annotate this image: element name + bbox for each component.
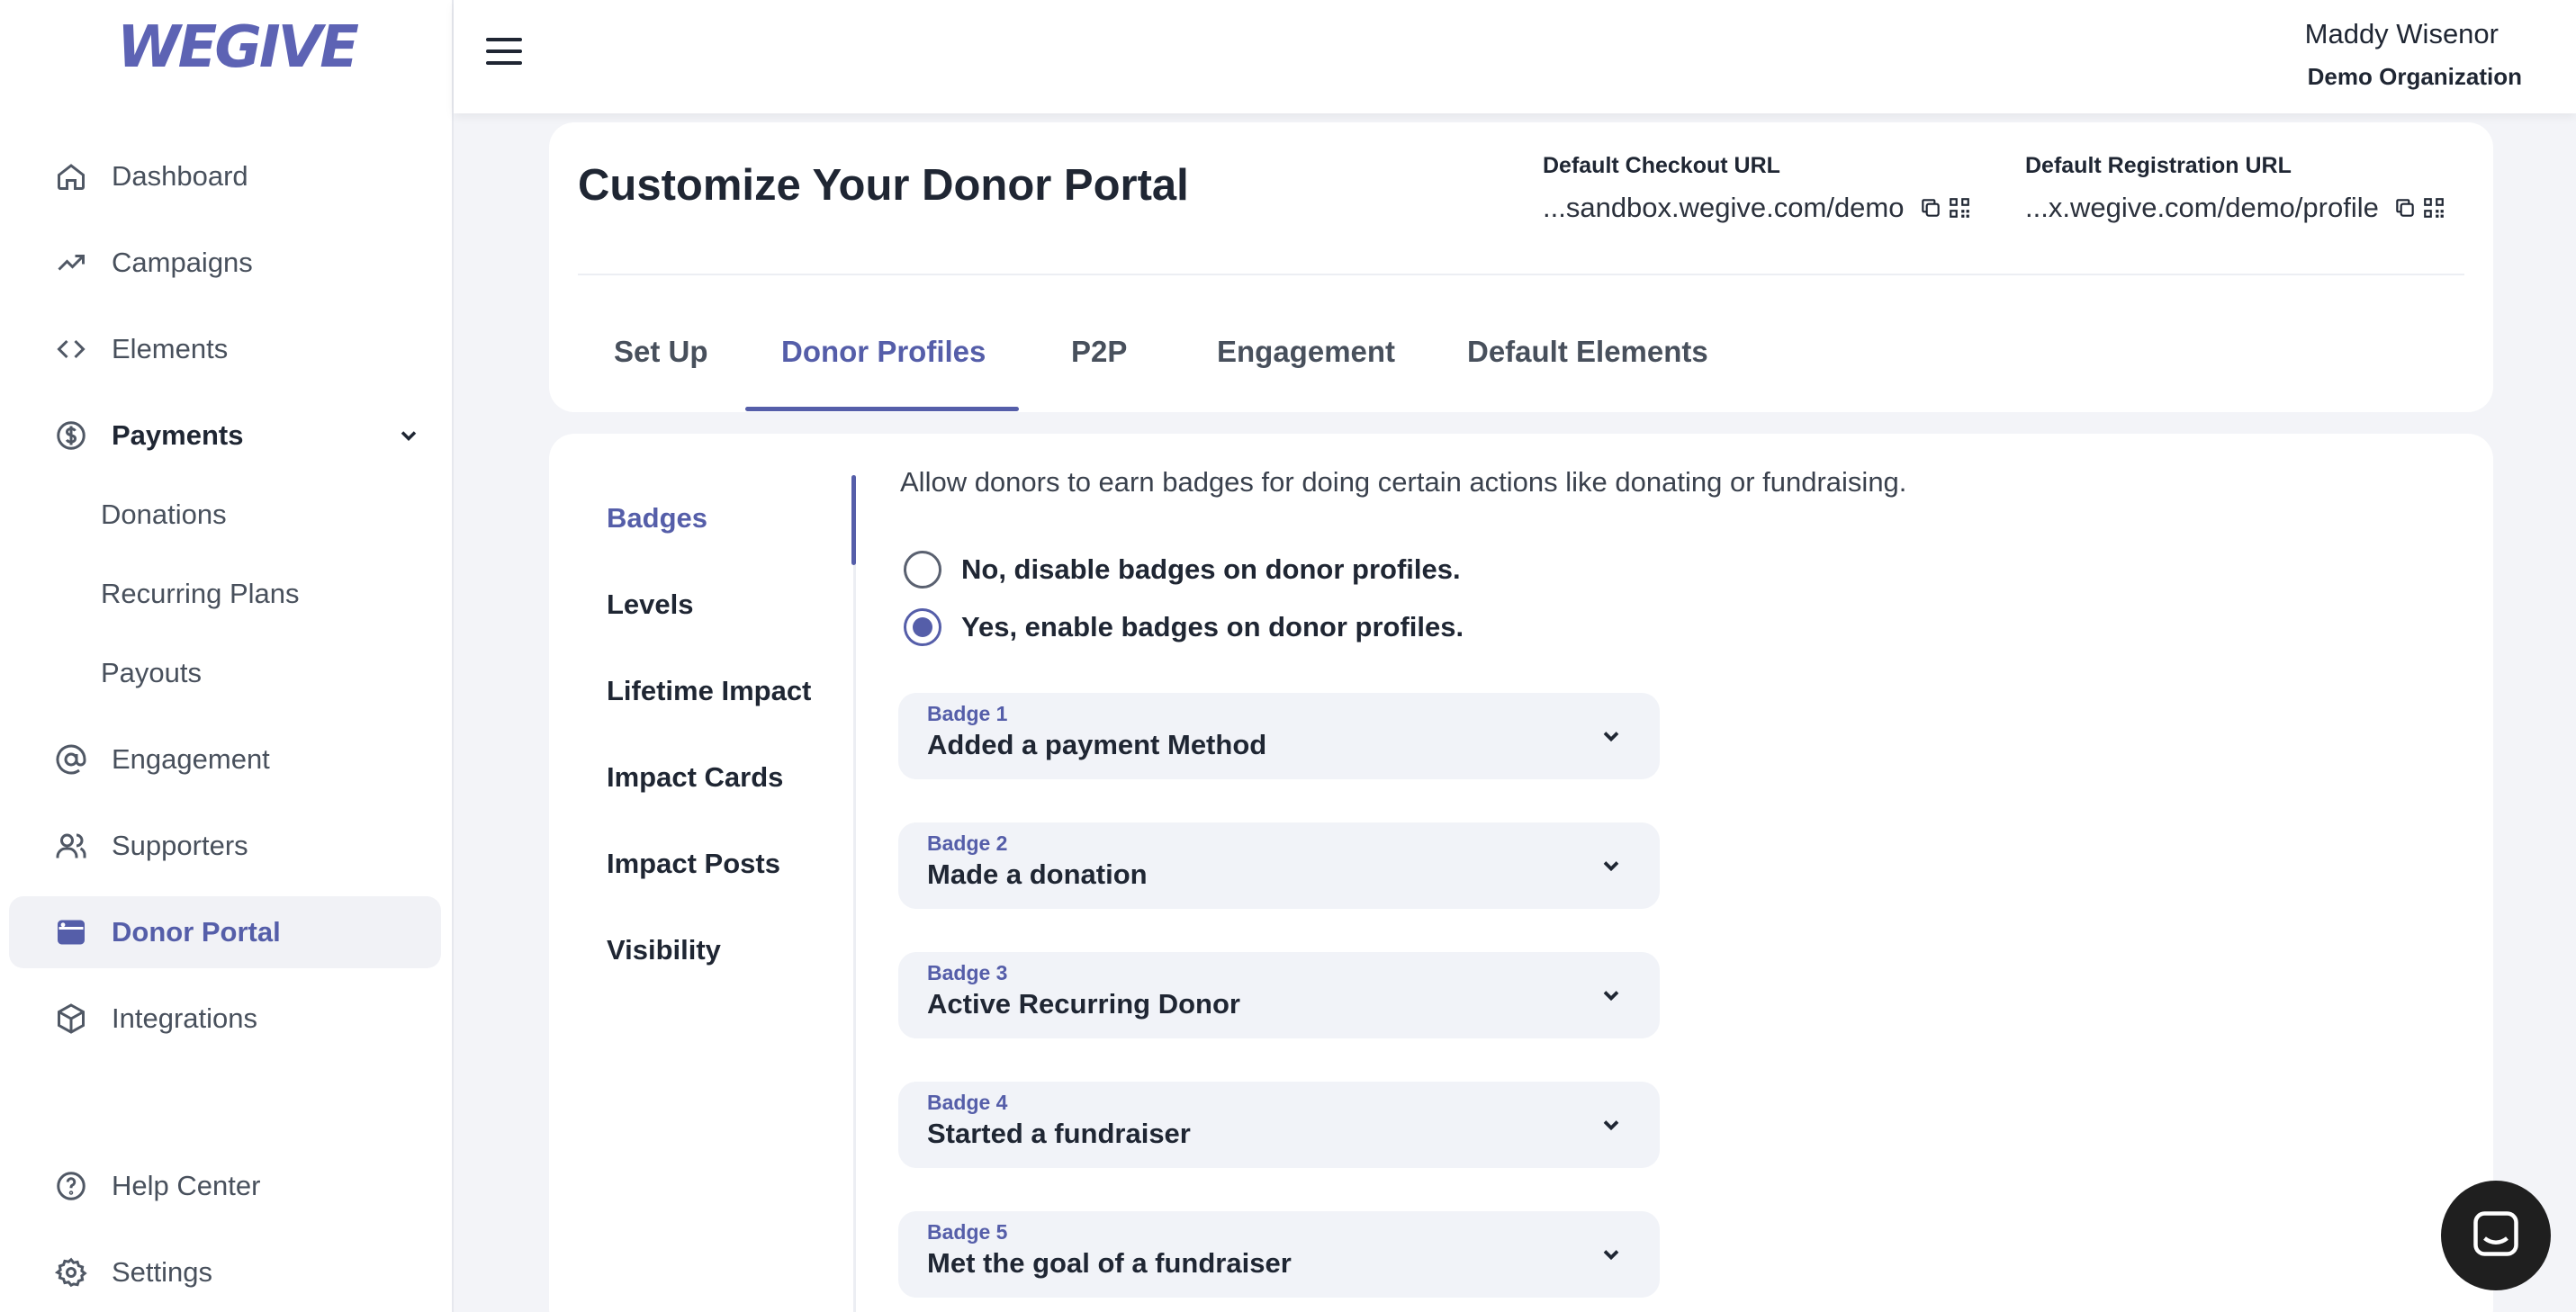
sidebar-item-label: Campaigns — [112, 247, 253, 278]
users-icon — [54, 829, 88, 863]
badge-number: Badge 3 — [927, 961, 1008, 984]
badge-title: Met the goal of a fundraiser — [927, 1247, 1292, 1279]
sidebar-item-supporters[interactable]: Supporters — [9, 810, 441, 882]
wegive-logo[interactable]: WEGIVE — [117, 14, 359, 81]
badge-accordion-3[interactable]: Badge 3 Active Recurring Donor — [898, 952, 1660, 1038]
subnav-visibility[interactable]: Visibility — [607, 934, 721, 966]
badge-title: Added a payment Method — [927, 729, 1267, 760]
sidebar-item-label: Engagement — [112, 743, 270, 775]
badges-description: Allow donors to earn badges for doing ce… — [900, 466, 1907, 498]
top-header: Maddy Wisenor Demo Organization — [454, 0, 2576, 113]
menu-icon[interactable] — [486, 38, 522, 68]
gear-icon — [54, 1255, 88, 1290]
subnav-badges[interactable]: Badges — [607, 502, 707, 535]
radio-label: No, disable badges on donor profiles. — [961, 553, 1461, 585]
sidebar: WEGIVE Dashboard Campaigns Elements Paym… — [0, 0, 454, 1312]
badge-accordion-5[interactable]: Badge 5 Met the goal of a fundraiser — [898, 1211, 1660, 1298]
chevron-down-icon[interactable] — [1599, 723, 1624, 749]
help-circle-icon — [54, 1169, 88, 1203]
sidebar-item-campaigns[interactable]: Campaigns — [9, 227, 441, 299]
sidebar-item-label: Dashboard — [112, 160, 248, 192]
cube-icon — [54, 1002, 88, 1036]
active-tab-indicator — [745, 407, 1019, 411]
checkout-url-block: Default Checkout URL ...sandbox.wegive.c… — [1543, 153, 1971, 224]
chat-launcher-button[interactable] — [2441, 1181, 2551, 1290]
registration-url-value: ...x.wegive.com/demo/profile — [2025, 192, 2379, 223]
sidebar-item-label: Help Center — [112, 1170, 261, 1201]
sidebar-item-donor-portal[interactable]: Donor Portal — [9, 896, 441, 968]
disable-badges-option[interactable]: No, disable badges on donor profiles. — [904, 551, 1461, 589]
sidebar-item-label: Supporters — [112, 830, 248, 861]
chevron-down-icon[interactable] — [1599, 1242, 1624, 1267]
qr-code-icon[interactable] — [1948, 196, 1971, 220]
sidebar-item-help-center[interactable]: Help Center — [9, 1150, 441, 1222]
chevron-down-icon[interactable] — [396, 423, 421, 448]
tab-default-elements[interactable]: Default Elements — [1467, 335, 1708, 369]
tab-set-up[interactable]: Set Up — [614, 335, 708, 369]
chevron-down-icon[interactable] — [1599, 853, 1624, 878]
divider — [578, 274, 2464, 275]
browser-window-icon — [54, 915, 88, 949]
radio-label: Yes, enable badges on donor profiles. — [961, 611, 1464, 643]
chevron-down-icon[interactable] — [1599, 983, 1624, 1008]
chevron-down-icon[interactable] — [1599, 1112, 1624, 1137]
sidebar-item-engagement[interactable]: Engagement — [9, 723, 441, 795]
sidebar-item-dashboard[interactable]: Dashboard — [9, 140, 441, 212]
code-icon — [54, 332, 88, 366]
badge-accordion-1[interactable]: Badge 1 Added a payment Method — [898, 693, 1660, 779]
tab-donor-profiles[interactable]: Donor Profiles — [781, 335, 986, 369]
badge-title: Made a donation — [927, 858, 1148, 890]
badge-accordion-4[interactable]: Badge 4 Started a fundraiser — [898, 1082, 1660, 1168]
subnav-active-indicator — [851, 475, 856, 565]
subnav-levels[interactable]: Levels — [607, 589, 694, 621]
sidebar-item-label: Integrations — [112, 1002, 257, 1034]
portal-header-card: Customize Your Donor Portal Default Chec… — [549, 122, 2493, 412]
sidebar-item-integrations[interactable]: Integrations — [9, 983, 441, 1055]
trending-up-icon — [54, 246, 88, 280]
sidebar-subitem-recurring-plans[interactable]: Recurring Plans — [101, 578, 300, 610]
badge-title: Started a fundraiser — [927, 1118, 1191, 1149]
at-sign-icon — [54, 742, 88, 777]
tab-engagement[interactable]: Engagement — [1217, 335, 1395, 369]
sidebar-item-payments[interactable]: Payments — [9, 400, 441, 472]
sidebar-subitem-donations[interactable]: Donations — [101, 499, 227, 531]
user-name[interactable]: Maddy Wisenor — [2305, 18, 2499, 50]
subnav-lifetime-impact[interactable]: Lifetime Impact — [607, 675, 811, 707]
sidebar-item-label: Donor Portal — [112, 916, 281, 948]
registration-url-block: Default Registration URL ...x.wegive.com… — [2025, 153, 2445, 224]
copy-icon[interactable] — [1919, 196, 1942, 220]
checkout-url-value: ...sandbox.wegive.com/demo — [1543, 192, 1905, 223]
subnav-divider — [853, 475, 856, 1312]
enable-badges-option[interactable]: Yes, enable badges on donor profiles. — [904, 608, 1464, 646]
organization-name[interactable]: Demo Organization — [2308, 63, 2522, 91]
radio-button-checked[interactable] — [904, 608, 941, 646]
badge-number: Badge 2 — [927, 831, 1008, 855]
qr-code-icon[interactable] — [2422, 196, 2445, 220]
checkout-url-label: Default Checkout URL — [1543, 153, 1780, 178]
badge-number: Badge 1 — [927, 702, 1008, 725]
badge-number: Badge 5 — [927, 1220, 1008, 1244]
home-icon — [54, 159, 88, 193]
donor-profiles-card: Badges Levels Lifetime Impact Impact Car… — [549, 434, 2493, 1312]
copy-icon[interactable] — [2393, 196, 2417, 220]
sidebar-item-label: Elements — [112, 333, 229, 364]
sidebar-subitem-payouts[interactable]: Payouts — [101, 657, 202, 689]
page-title: Customize Your Donor Portal — [578, 161, 1189, 210]
badge-accordion-2[interactable]: Badge 2 Made a donation — [898, 822, 1660, 909]
sidebar-item-elements[interactable]: Elements — [9, 313, 441, 385]
radio-button[interactable] — [904, 551, 941, 589]
sidebar-item-label: Payments — [112, 419, 244, 451]
subnav-impact-posts[interactable]: Impact Posts — [607, 848, 780, 880]
subnav-impact-cards[interactable]: Impact Cards — [607, 761, 783, 794]
badge-number: Badge 4 — [927, 1091, 1008, 1114]
sidebar-item-label: Settings — [112, 1256, 213, 1288]
tab-p2p[interactable]: P2P — [1071, 335, 1127, 369]
dollar-circle-icon — [54, 418, 88, 453]
chat-icon — [2469, 1207, 2523, 1265]
badge-title: Active Recurring Donor — [927, 988, 1240, 1020]
registration-url-label: Default Registration URL — [2025, 153, 2292, 178]
sidebar-item-settings[interactable]: Settings — [9, 1236, 441, 1308]
